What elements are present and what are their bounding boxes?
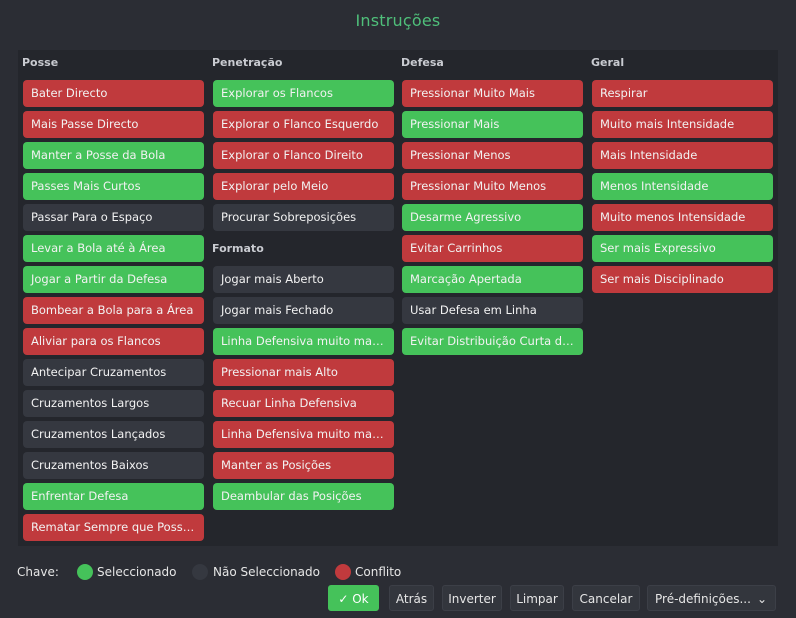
legend-conflict: Conflito [355, 565, 402, 579]
instruction-button[interactable]: Mais Passe Directo [23, 111, 204, 138]
instruction-button[interactable]: Procurar Sobreposições [213, 204, 394, 231]
instruction-button[interactable]: Cruzamentos Baixos [23, 452, 204, 479]
instruction-button[interactable]: Evitar Distribuição Curta do ... [402, 328, 583, 355]
instruction-button[interactable]: Muito menos Intensidade [592, 204, 773, 231]
dialog-title: Instruções [355, 11, 441, 30]
instruction-button[interactable]: Explorar o Flanco Direito [213, 142, 394, 169]
back-button[interactable]: Atrás [389, 585, 434, 611]
instruction-button[interactable]: Cruzamentos Lançados [23, 421, 204, 448]
instruction-button[interactable]: Jogar mais Fechado [213, 297, 394, 324]
instruction-button[interactable]: Ser mais Expressivo [592, 235, 773, 262]
instruction-button[interactable]: Pressionar mais Alto [213, 359, 394, 386]
invert-button[interactable]: Inverter [442, 585, 502, 611]
instruction-button[interactable]: Deambular das Posições [213, 483, 394, 510]
instruction-button[interactable]: Explorar o Flanco Esquerdo [213, 111, 394, 138]
instruction-button[interactable]: Marcação Apertada [402, 266, 583, 293]
instruction-button[interactable]: Recuar Linha Defensiva [213, 390, 394, 417]
ok-button[interactable]: ✓ Ok [328, 585, 379, 611]
instruction-button[interactable]: Linha Defensiva muito mais ... [213, 421, 394, 448]
column-header-penetracao: Penetração [212, 56, 283, 69]
instruction-button[interactable]: Manter a Posse da Bola [23, 142, 204, 169]
legend-selected: Seleccionado [97, 565, 177, 579]
not-selected-dot-icon [192, 564, 208, 580]
instruction-button[interactable]: Mais Intensidade [592, 142, 773, 169]
instruction-button[interactable]: Menos Intensidade [592, 173, 773, 200]
instruction-button[interactable]: Pressionar Mais [402, 111, 583, 138]
legend-not-selected: Não Seleccionado [213, 565, 320, 579]
instruction-button[interactable]: Muito mais Intensidade [592, 111, 773, 138]
legend-label: Chave: [17, 565, 59, 579]
column-header-posse: Posse [22, 56, 59, 69]
instruction-button[interactable]: Pressionar Menos [402, 142, 583, 169]
instruction-button[interactable]: Enfrentar Defesa [23, 483, 204, 510]
check-icon: ✓ [338, 592, 349, 606]
instruction-button[interactable]: Bombear a Bola para a Área [23, 297, 204, 324]
selected-dot-icon [77, 564, 93, 580]
instruction-button[interactable]: Ser mais Disciplinado [592, 266, 773, 293]
column-header-defesa: Defesa [401, 56, 444, 69]
instruction-button[interactable]: Jogar mais Aberto [213, 266, 394, 293]
instruction-button[interactable]: Respirar [592, 80, 773, 107]
cancel-button[interactable]: Cancelar [572, 585, 640, 611]
instruction-button[interactable]: Pressionar Muito Menos [402, 173, 583, 200]
instruction-button[interactable]: Linha Defensiva muito mais ... [213, 328, 394, 355]
instruction-button[interactable]: Jogar a Partir da Defesa [23, 266, 204, 293]
instruction-button[interactable]: Evitar Carrinhos [402, 235, 583, 262]
conflict-dot-icon [335, 564, 351, 580]
instruction-button[interactable]: Bater Directo [23, 80, 204, 107]
instruction-button[interactable]: Passar Para o Espaço [23, 204, 204, 231]
instruction-button[interactable]: Passes Mais Curtos [23, 173, 204, 200]
instruction-button[interactable]: Cruzamentos Largos [23, 390, 204, 417]
section-header-formato: Formato [212, 242, 264, 255]
instruction-button[interactable]: Levar a Bola até à Área [23, 235, 204, 262]
clear-button[interactable]: Limpar [510, 585, 564, 611]
instruction-button[interactable]: Rematar Sempre que Possível [23, 514, 204, 541]
chevron-down-icon: ⌄ [756, 592, 767, 606]
instruction-button[interactable]: Pressionar Muito Mais [402, 80, 583, 107]
instruction-button[interactable]: Usar Defesa em Linha [402, 297, 583, 324]
instruction-button[interactable]: Explorar pelo Meio [213, 173, 394, 200]
presets-dropdown[interactable]: Pré-definições... ⌄ [647, 585, 776, 611]
instruction-button[interactable]: Aliviar para os Flancos [23, 328, 204, 355]
instruction-button[interactable]: Explorar os Flancos [213, 80, 394, 107]
column-header-geral: Geral [591, 56, 625, 69]
instruction-button[interactable]: Desarme Agressivo [402, 204, 583, 231]
instruction-button[interactable]: Antecipar Cruzamentos [23, 359, 204, 386]
instruction-button[interactable]: Manter as Posições [213, 452, 394, 479]
